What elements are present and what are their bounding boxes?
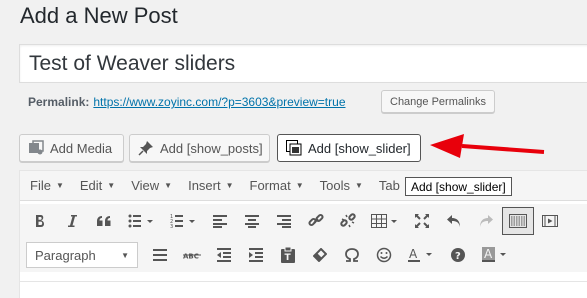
red-arrow-icon (426, 132, 546, 162)
add-show-slider-button[interactable]: Add [show_slider] (277, 134, 421, 162)
align-left-icon[interactable] (204, 207, 236, 235)
text-color-icon[interactable]: A (400, 241, 442, 269)
fullscreen-icon[interactable] (406, 207, 438, 235)
page-title: Add a New Post (20, 3, 178, 28)
add-show-posts-label: Add [show_posts] (160, 140, 263, 156)
menu-format[interactable]: Format ▼ (250, 178, 304, 193)
blockquote-icon[interactable] (88, 207, 120, 235)
background-color-icon[interactable]: A (474, 241, 516, 269)
menu-edit[interactable]: Edit ▼ (80, 178, 115, 193)
indent-icon[interactable] (240, 241, 272, 269)
chevron-down-icon: ▼ (121, 250, 129, 260)
undo-icon[interactable] (438, 207, 470, 235)
permalink-label: Permalink: (28, 95, 90, 109)
link-icon[interactable] (300, 207, 332, 235)
menu-view[interactable]: View ▼ (131, 178, 172, 193)
tooltip: Add [show_slider] (405, 177, 512, 196)
help-icon[interactable]: ? (442, 241, 474, 269)
menu-table[interactable]: Tab (379, 178, 400, 193)
strikethrough-icon[interactable]: ABC (176, 241, 208, 269)
add-show-posts-button[interactable]: Add [show_posts] (129, 134, 270, 162)
numbered-list-icon[interactable]: 123 (162, 207, 204, 235)
video-icon[interactable] (534, 207, 566, 235)
media-icon (28, 140, 44, 156)
post-title-input[interactable] (19, 44, 587, 83)
svg-text:3: 3 (170, 224, 173, 228)
svg-text:ABC: ABC (183, 253, 199, 261)
paste-text-icon[interactable]: T (272, 241, 304, 269)
format-select-value: Paragraph (35, 247, 96, 263)
horizontal-rule-icon[interactable] (144, 241, 176, 269)
toolbar-toggle-icon[interactable] (502, 207, 534, 235)
add-media-label: Add Media (50, 140, 113, 156)
svg-text:T: T (285, 253, 292, 263)
table-icon[interactable] (364, 207, 406, 235)
menu-tools[interactable]: Tools ▼ (320, 178, 363, 193)
format-select[interactable]: Paragraph ▼ (26, 242, 138, 268)
bullet-list-icon[interactable] (120, 207, 162, 235)
menu-insert[interactable]: Insert ▼ (188, 178, 233, 193)
unlink-icon[interactable] (332, 207, 364, 235)
editor-content-area[interactable] (20, 281, 587, 298)
outdent-icon[interactable] (208, 241, 240, 269)
add-media-button[interactable]: Add Media (19, 134, 124, 162)
svg-text:?: ? (455, 251, 461, 262)
change-permalinks-button[interactable]: Change Permalinks (381, 90, 495, 113)
svg-text:A: A (409, 247, 418, 261)
permalink-link[interactable]: https://www.zoyinc.com/?p=3603&preview=t… (93, 95, 345, 109)
toolbar-row-2: Paragraph ▼ ABC T A ? A (20, 238, 587, 272)
menu-file[interactable]: File ▼ (30, 178, 64, 193)
align-right-icon[interactable] (268, 207, 300, 235)
toolbar-row-1: 123 (20, 204, 587, 238)
pin-icon (138, 140, 154, 156)
italic-icon[interactable] (56, 207, 88, 235)
smiley-icon[interactable] (368, 241, 400, 269)
svg-text:A: A (484, 247, 493, 261)
slider-icon (286, 140, 302, 156)
permalink-row: Permalink: https://www.zoyinc.com/?p=360… (28, 95, 346, 109)
omega-icon[interactable] (336, 241, 368, 269)
align-center-icon[interactable] (236, 207, 268, 235)
eraser-icon[interactable] (304, 241, 336, 269)
redo-icon[interactable] (470, 207, 502, 235)
bold-icon[interactable] (24, 207, 56, 235)
add-show-slider-label: Add [show_slider] (308, 140, 411, 156)
